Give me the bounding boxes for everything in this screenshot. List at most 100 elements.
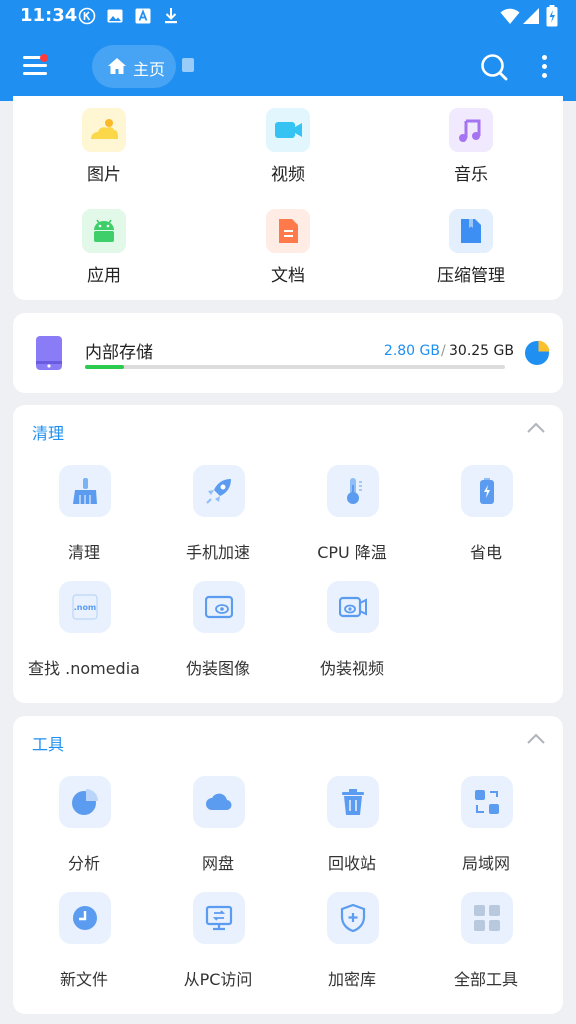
tool-label: CPU 降温 [317, 543, 387, 562]
home-icon [108, 58, 126, 74]
category-icon-box [266, 209, 310, 253]
tool-recycle-bin[interactable]: 回收站 [282, 776, 422, 876]
tool-cloud-drive[interactable]: 网盘 [148, 776, 288, 876]
status-bar: 11:34 [0, 0, 576, 33]
tool-label: 伪装图像 [185, 659, 250, 678]
storage-used: 2.80 GB [383, 343, 440, 359]
broom-icon [73, 478, 97, 504]
thermometer-icon [347, 478, 362, 504]
more-options-button[interactable] [535, 52, 555, 80]
category-label: 音乐 [454, 165, 488, 185]
cloud-icon [206, 793, 232, 811]
tool-lan[interactable]: 局域网 [416, 776, 556, 876]
tool-disguise-video[interactable]: 伪装视频 [282, 581, 422, 681]
trash-icon [342, 789, 364, 815]
tool-icon-box [193, 776, 245, 828]
category-documents[interactable]: 文档 [218, 209, 358, 289]
home-breadcrumb[interactable]: 主页 [92, 45, 176, 88]
category-videos[interactable]: 视频 [218, 108, 358, 188]
cellular-signal-icon [523, 8, 539, 24]
tool-all-tools[interactable]: 全部工具 [416, 892, 556, 992]
tool-icon-box: .nom [59, 581, 111, 633]
chevron-up-icon[interactable] [526, 421, 546, 435]
clock-icon [73, 906, 97, 930]
grid-icon [474, 905, 500, 931]
storage-path-icon[interactable] [182, 58, 194, 72]
music-icon [459, 119, 481, 142]
tool-icon-box [461, 892, 513, 944]
tool-icon-box [461, 465, 513, 517]
pc-access-icon [205, 905, 233, 931]
category-icon-box [266, 108, 310, 152]
k-notification-icon [78, 7, 96, 25]
app-bar: 11:34 主页 [0, 0, 576, 101]
category-archives[interactable]: 压缩管理 [401, 209, 541, 289]
category-apps[interactable]: 应用 [34, 209, 174, 289]
category-label: 图片 [87, 165, 121, 185]
tools-section-card: 工具 分析 网盘 回收站 局域网 新文件 从PC访问 加密库 全部工具 [13, 716, 563, 1014]
internal-storage-card[interactable]: 内部存储 2.80 GB / 30.25 GB [13, 313, 563, 393]
archive-icon [461, 219, 481, 243]
tool-icon-box [59, 776, 111, 828]
phone-storage-icon [36, 336, 62, 370]
tool-icon-box [327, 892, 379, 944]
tool-icon-box [59, 892, 111, 944]
disguise-image-icon [205, 595, 233, 619]
tool-icon-box [59, 465, 111, 517]
tool-analyze[interactable]: 分析 [14, 776, 154, 876]
category-label: 压缩管理 [437, 266, 505, 286]
tool-icon-box [193, 892, 245, 944]
tool-label: 回收站 [327, 854, 376, 873]
search-icon[interactable] [480, 53, 508, 81]
tool-label: 手机加速 [185, 543, 250, 562]
clean-section-card: 清理 清理 手机加速 CPU 降温 省电 .nom 查找 .nomedia 伪装… [13, 405, 563, 703]
storage-total: 30.25 GB [449, 343, 514, 359]
tool-clean[interactable]: 清理 [14, 465, 154, 565]
tool-icon-box [327, 465, 379, 517]
tool-label: 从PC访问 [183, 970, 253, 989]
lan-icon [475, 790, 499, 814]
android-icon [94, 219, 114, 242]
tool-icon-box [193, 581, 245, 633]
storage-title: 内部存储 [85, 343, 153, 363]
tool-label: 清理 [67, 543, 100, 562]
tool-access-from-pc[interactable]: 从PC访问 [148, 892, 288, 992]
tool-icon-box [461, 776, 513, 828]
rocket-icon [206, 479, 231, 504]
chevron-up-icon[interactable] [526, 732, 546, 746]
tool-icon-box [327, 581, 379, 633]
tool-icon-box [193, 465, 245, 517]
tool-label: 网盘 [201, 854, 234, 873]
tool-battery-saver[interactable]: 省电 [416, 465, 556, 565]
storage-progress-fill [85, 365, 124, 369]
tool-label: 分析 [67, 854, 100, 873]
gallery-notification-icon [107, 9, 123, 23]
storage-analysis-pie-icon[interactable] [523, 339, 551, 367]
clean-section-title: 清理 [32, 424, 65, 443]
video-icon [275, 122, 302, 138]
status-time: 11:34 [20, 5, 78, 26]
category-icon-box [449, 209, 493, 253]
pie-chart-icon [72, 789, 98, 815]
tool-label: 省电 [469, 543, 502, 562]
tool-icon-box [327, 776, 379, 828]
notification-dot [40, 54, 48, 62]
category-label: 视频 [271, 165, 305, 185]
storage-separator: / [441, 343, 446, 359]
category-images[interactable]: 图片 [34, 108, 174, 188]
tool-encrypted-vault[interactable]: 加密库 [282, 892, 422, 992]
shield-icon [340, 904, 366, 932]
tool-cpu-cooler[interactable]: CPU 降温 [282, 465, 422, 565]
storage-progress-track [85, 365, 505, 369]
tool-phone-boost[interactable]: 手机加速 [148, 465, 288, 565]
tool-label: 局域网 [461, 854, 510, 873]
tool-label: 加密库 [327, 970, 376, 989]
category-music[interactable]: 音乐 [401, 108, 541, 188]
svg-text:.nom: .nom [74, 603, 97, 612]
wifi-icon [500, 8, 520, 24]
tool-disguise-image[interactable]: 伪装图像 [148, 581, 288, 681]
home-label: 主页 [133, 60, 166, 79]
tool-new-files[interactable]: 新文件 [14, 892, 154, 992]
tool-find-nomedia[interactable]: .nom 查找 .nomedia [14, 581, 154, 681]
tool-label: 伪装视频 [319, 659, 384, 678]
